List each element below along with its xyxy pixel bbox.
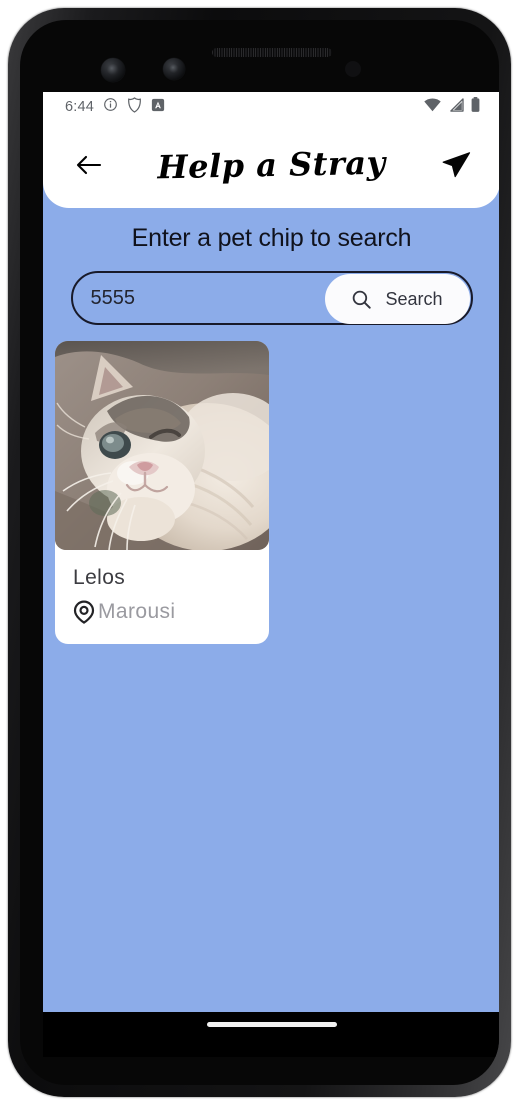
phone-device-frame: 6:44 Help a Stray Enter a pet chip to se… [8,8,511,1097]
battery-icon [471,97,480,117]
pet-result-card[interactable]: Lelos Marousi [55,341,269,644]
search-button[interactable]: Search [324,274,470,324]
send-paper-plane-icon [442,152,471,178]
app-screen: 6:44 Help a Stray Enter a pet chip to se… [43,92,499,1012]
send-button[interactable] [436,145,476,185]
back-arrow-icon [76,155,102,175]
app-bar-row: Help a Stray [43,122,499,208]
front-camera-secondary-icon [163,58,185,80]
wifi-icon [424,98,441,117]
status-bar-right [424,97,480,117]
info-circle-icon [103,97,118,117]
pet-name: Lelos [73,566,126,589]
search-button-label: Search [385,288,443,309]
search-magnifier-icon [353,290,372,309]
pet-location: Marousi [73,600,251,624]
pet-photo [55,341,269,550]
app-bar: 6:44 Help a Stray [43,92,499,208]
status-bar: 6:44 [43,92,499,122]
page-title: Help a Stray [157,143,386,187]
back-button[interactable] [69,145,109,185]
status-bar-left: 6:44 [65,96,165,118]
shield-icon [127,96,142,118]
proximity-sensor-icon [345,61,361,77]
phone-screen-bezel: 6:44 Help a Stray Enter a pet chip to se… [20,20,499,1085]
search-results-list: Lelos Marousi [43,325,499,644]
pet-location-label: Marousi [98,600,176,623]
navigation-bar [43,1012,499,1057]
search-bar: Search [70,271,473,325]
front-camera-icon [101,58,125,82]
map-pin-icon [73,600,95,624]
main-content: Enter a pet chip to search Search [43,208,499,1012]
status-time: 6:44 [65,99,95,115]
pet-info: Lelos Marousi [55,550,269,644]
home-gesture-bar[interactable] [206,1022,337,1027]
app-badge-icon [151,98,165,117]
cell-signal-icon [448,97,464,117]
earpiece-speaker-grille [212,48,332,57]
search-heading: Enter a pet chip to search [131,224,412,252]
